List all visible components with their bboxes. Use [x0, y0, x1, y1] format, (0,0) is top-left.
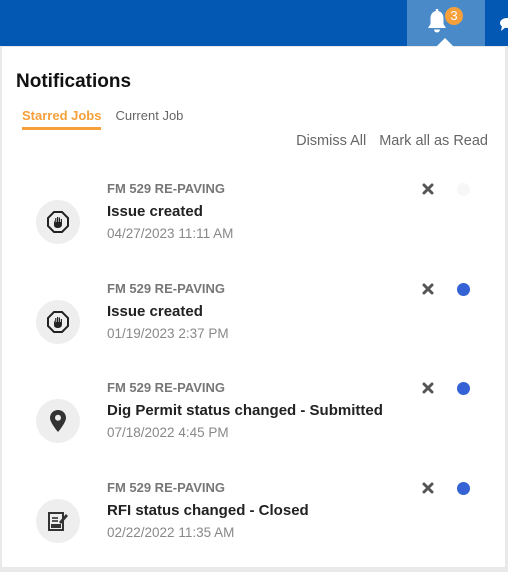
notification-item[interactable]: FM 529 RE-PAVING Issue created 04/27/202…	[2, 181, 505, 261]
notification-item[interactable]: FM 529 RE-PAVING RFI status changed - Cl…	[2, 480, 505, 560]
unread-status-indicator[interactable]	[457, 382, 470, 395]
close-icon[interactable]	[420, 480, 436, 496]
notification-icon-badge	[36, 300, 80, 344]
notification-item[interactable]: FM 529 RE-PAVING Issue created 01/19/202…	[2, 281, 505, 361]
notification-icon-badge	[36, 200, 80, 244]
bulk-actions: Dismiss All Mark all as Read	[296, 133, 488, 149]
notifications-panel: Notifications Starred Jobs Current Job D…	[2, 47, 505, 567]
notification-timestamp: 07/18/2022 4:45 PM	[107, 425, 229, 440]
tab-starred-jobs[interactable]: Starred Jobs	[22, 108, 102, 130]
notification-job: FM 529 RE-PAVING	[107, 380, 225, 395]
notification-timestamp: 02/22/2022 11:35 AM	[107, 525, 235, 540]
top-navigation-bar: 3	[0, 0, 508, 47]
notification-icon-badge	[36, 399, 80, 443]
notification-tabs: Starred Jobs Current Job	[22, 108, 183, 130]
edit-document-icon	[48, 512, 68, 531]
dropdown-caret	[436, 38, 454, 47]
stop-hand-icon	[47, 311, 69, 333]
notification-job: FM 529 RE-PAVING	[107, 181, 225, 196]
chat-icon[interactable]	[500, 17, 508, 31]
panel-title: Notifications	[16, 71, 132, 92]
unread-status-indicator[interactable]	[457, 482, 470, 495]
unread-status-indicator[interactable]	[457, 283, 470, 296]
read-status-indicator[interactable]	[457, 183, 470, 196]
notification-message: RFI status changed - Closed	[107, 502, 309, 519]
notification-item[interactable]: FM 529 RE-PAVING Dig Permit status chang…	[2, 380, 505, 460]
tab-current-job[interactable]: Current Job	[115, 108, 183, 130]
close-icon[interactable]	[420, 181, 436, 197]
notification-message: Issue created	[107, 303, 203, 320]
dismiss-all-button[interactable]: Dismiss All	[296, 133, 366, 149]
close-icon[interactable]	[420, 380, 436, 396]
notification-timestamp: 04/27/2023 11:11 AM	[107, 226, 234, 241]
mark-all-read-button[interactable]: Mark all as Read	[379, 133, 488, 149]
notification-icon-badge	[36, 499, 80, 543]
notification-job: FM 529 RE-PAVING	[107, 281, 225, 296]
notification-message: Dig Permit status changed - Submitted	[107, 402, 383, 419]
notification-job: FM 529 RE-PAVING	[107, 480, 225, 495]
stop-hand-icon	[47, 211, 69, 233]
close-icon[interactable]	[420, 281, 436, 297]
notification-timestamp: 01/19/2023 2:37 PM	[107, 326, 229, 341]
notification-count-badge: 3	[445, 7, 463, 25]
map-pin-icon	[50, 410, 66, 432]
notification-message: Issue created	[107, 203, 203, 220]
